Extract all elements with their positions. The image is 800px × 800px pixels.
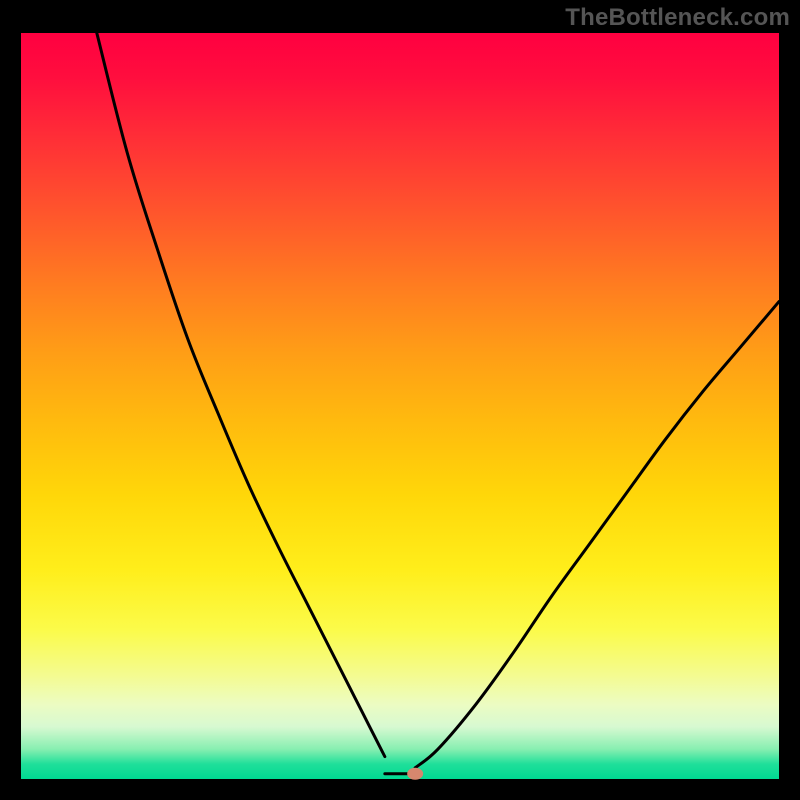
chart-frame: TheBottleneck.com [0,0,800,800]
plot-area [21,33,779,779]
watermark-text: TheBottleneck.com [565,4,790,32]
right-curve [415,302,779,768]
left-curve [97,33,385,757]
valley-marker [407,768,423,780]
chart-svg [21,33,779,779]
